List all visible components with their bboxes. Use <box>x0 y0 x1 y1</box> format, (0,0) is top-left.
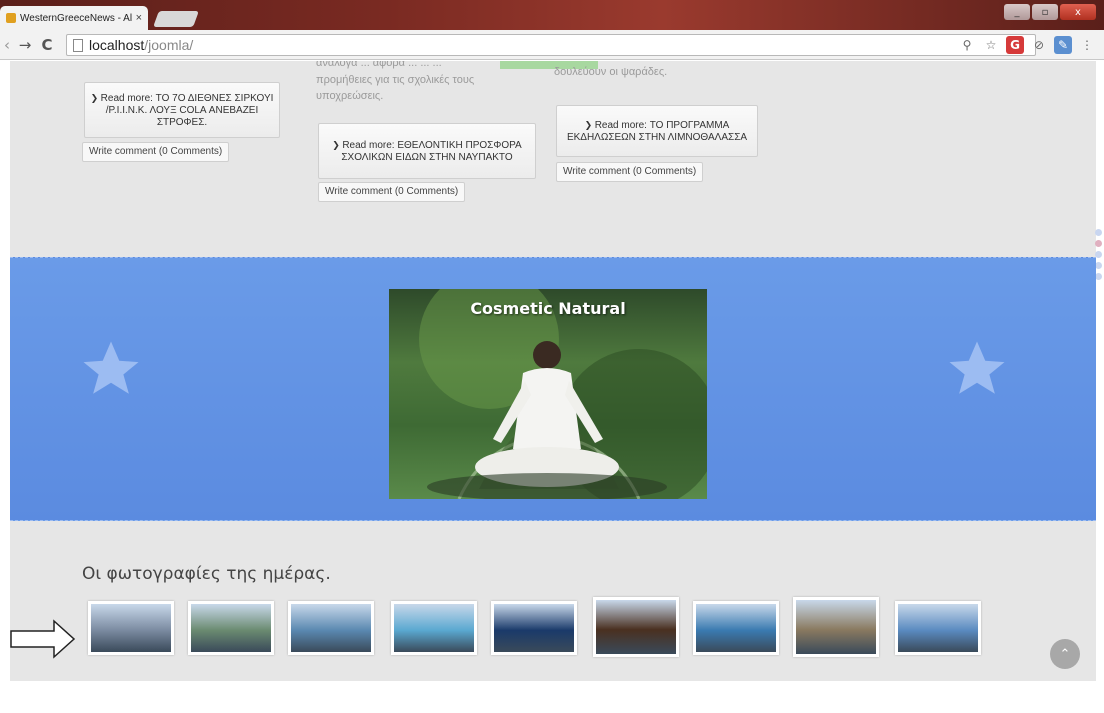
articles-section: ανάλογα ... αφορα ... ... ... προμήθειες… <box>10 61 1096 257</box>
photo-thumbnail[interactable] <box>593 597 679 657</box>
zoom-icon[interactable]: ⚲ <box>958 36 976 54</box>
reload-icon[interactable]: C <box>36 36 58 54</box>
favicon-icon <box>6 13 16 23</box>
photo-thumbnail-image <box>291 604 371 652</box>
address-bar[interactable]: localhost/joomla/ <box>66 34 1036 56</box>
photo-thumbnail-image <box>394 604 474 652</box>
photo-thumbnail-image <box>596 600 676 654</box>
chevron-right-icon: ❯ <box>584 119 595 130</box>
slider-band: Cosmetic Natural <box>10 257 1096 521</box>
photo-thumbnail-image <box>696 604 776 652</box>
write-comment-button[interactable]: Write comment (0 Comments) <box>318 182 466 202</box>
new-tab-button[interactable] <box>153 11 199 27</box>
forward-icon[interactable]: → <box>14 36 36 54</box>
photo-thumbnail-image <box>494 604 574 652</box>
slide-title: Cosmetic Natural <box>470 299 626 318</box>
menu-icon[interactable]: ⋮ <box>1078 36 1096 54</box>
star-icon <box>949 341 1005 394</box>
tab-title: WesternGreeceNews - Al <box>20 12 132 24</box>
chevron-right-icon: ❯ <box>90 92 101 103</box>
photo-thumbnail[interactable] <box>693 601 779 655</box>
photo-thumbnail-image <box>898 604 978 652</box>
read-more-button[interactable]: ❯ Read more: ΤΟ 7Ο ΔΙΕΘΝΕΣ ΣΙΡΚΟΥΙ /Ρ.Ι.… <box>84 82 280 138</box>
url-host: localhost <box>89 37 145 53</box>
photo-thumbnail[interactable] <box>88 601 174 655</box>
photo-thumbnail[interactable] <box>391 601 477 655</box>
chevron-right-icon: ❯ <box>332 139 343 150</box>
photo-thumbnail[interactable] <box>793 597 879 657</box>
slider-image[interactable]: Cosmetic Natural <box>389 289 707 499</box>
browser-tab[interactable]: WesternGreeceNews - Al × <box>0 6 148 30</box>
tab-close-icon[interactable]: × <box>136 12 142 24</box>
block-icon[interactable]: ⊘ <box>1030 36 1048 54</box>
read-more-button[interactable]: ❯ Read more: ΕΘΕΛΟΝΤΙΚΗ ΠΡΟΣΦΟΡΑ ΣΧΟΛΙΚΩ… <box>318 123 536 179</box>
close-window-button[interactable]: x <box>1060 4 1096 20</box>
article-excerpt: ανάλογα ... αφορα ... ... ... <box>316 61 442 69</box>
photo-thumbnail-image <box>91 604 171 652</box>
maximize-button[interactable]: ▫ <box>1032 4 1058 20</box>
window-controls: _ ▫ x <box>1004 4 1096 20</box>
star-icon <box>83 341 139 394</box>
photo-thumbnail-image <box>796 600 876 654</box>
minimize-button[interactable]: _ <box>1004 4 1030 20</box>
extension-icon[interactable]: G <box>1006 36 1024 54</box>
section-dot[interactable] <box>1095 229 1102 236</box>
page-content: ανάλογα ... αφορα ... ... ... προμήθειες… <box>0 61 1104 713</box>
photo-thumbnail[interactable] <box>188 601 274 655</box>
write-comment-button[interactable]: Write comment (0 Comments) <box>82 142 230 162</box>
read-more-label: ❯ Read more: ΤΟ 7Ο ΔΙΕΘΝΕΣ ΣΙΡΚΟΥΙ /Ρ.Ι.… <box>90 92 274 128</box>
page-icon <box>73 38 83 52</box>
write-comment-button[interactable]: Write comment (0 Comments) <box>556 162 704 182</box>
read-more-button[interactable]: ❯ Read more: ΤΟ ΠΡΟΓΡΑΜΜΑ ΕΚΔΗΛΩΣΕΩΝ ΣΤΗ… <box>556 105 758 157</box>
section-dots <box>1095 229 1102 280</box>
chevron-up-icon: ⌃ <box>1059 646 1071 662</box>
scroll-to-top-button[interactable]: ⌃ <box>1050 639 1080 669</box>
meditation-photo <box>419 289 707 499</box>
bookmark-star-icon[interactable]: ☆ <box>982 36 1000 54</box>
extension-2-icon[interactable]: ✎ <box>1054 36 1072 54</box>
browser-tab-bar: WesternGreeceNews - Al × _ ▫ x <box>0 0 1104 30</box>
article-excerpt: δουλεύουν οι ψαράδες. <box>554 66 668 78</box>
photo-thumbnail[interactable] <box>288 601 374 655</box>
photo-thumbnail-image <box>191 604 271 652</box>
toolbar-icons: ⚲ ☆ G ⊘ ✎ ⋮ <box>958 36 1096 54</box>
url-path: /joomla/ <box>144 37 194 53</box>
read-more-label: ❯ Read more: ΕΘΕΛΟΝΤΙΚΗ ΠΡΟΣΦΟΡΑ ΣΧΟΛΙΚΩ… <box>332 139 522 163</box>
back-icon[interactable]: ‹ <box>0 36 14 54</box>
read-more-label: ❯ Read more: ΤΟ ΠΡΟΓΡΑΜΜΑ ΕΚΔΗΛΩΣΕΩΝ ΣΤΗ… <box>566 119 748 143</box>
section-dot[interactable] <box>1095 251 1102 258</box>
section-dot[interactable] <box>1095 240 1102 247</box>
arrow-right-icon <box>10 619 76 659</box>
photo-thumbnail[interactable] <box>895 601 981 655</box>
photo-thumbnail[interactable] <box>491 601 577 655</box>
article-excerpt: υποχρεώσεις. <box>316 90 384 102</box>
section-dot[interactable] <box>1095 262 1102 269</box>
photos-title: Οι φωτογραφίες της ημέρας. <box>82 564 331 584</box>
section-dot[interactable] <box>1095 273 1102 280</box>
article-excerpt: προμήθειες για τις σχολικές τους <box>316 74 475 86</box>
